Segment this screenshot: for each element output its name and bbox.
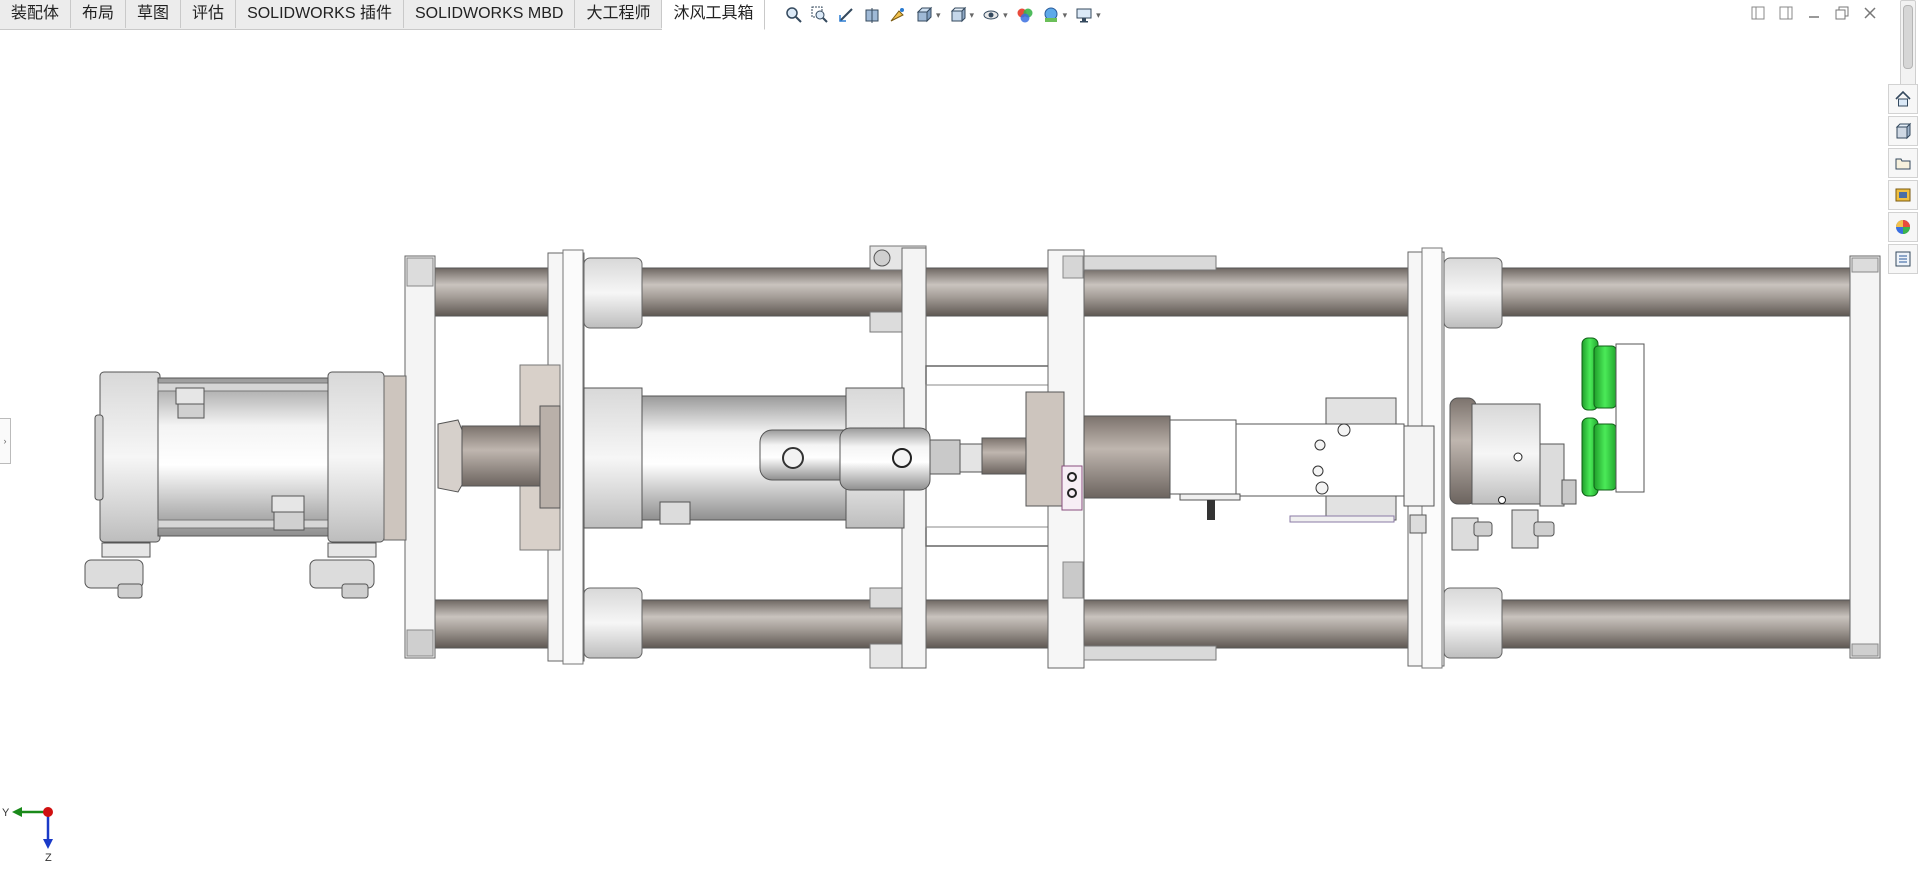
right-end-plate — [1849, 255, 1881, 659]
reference-triad: Y Z — [2, 807, 53, 864]
triad-z-label: Z — [45, 852, 52, 864]
piston-rod-coupler — [929, 391, 1065, 507]
load-cell-label — [1061, 465, 1083, 511]
graphics-area[interactable]: Y Z — [0, 0, 1920, 881]
bottom-guide-rod — [434, 599, 1851, 649]
left-end-plate — [404, 255, 436, 659]
top-guide-rod — [434, 267, 1851, 317]
triad-y-label: Y — [2, 807, 10, 819]
electric-cylinder — [583, 387, 931, 529]
green-gripper — [1581, 337, 1645, 497]
motor-cable-connector — [84, 559, 375, 599]
coupling-shaft — [437, 405, 561, 509]
servo-motor — [94, 371, 407, 558]
